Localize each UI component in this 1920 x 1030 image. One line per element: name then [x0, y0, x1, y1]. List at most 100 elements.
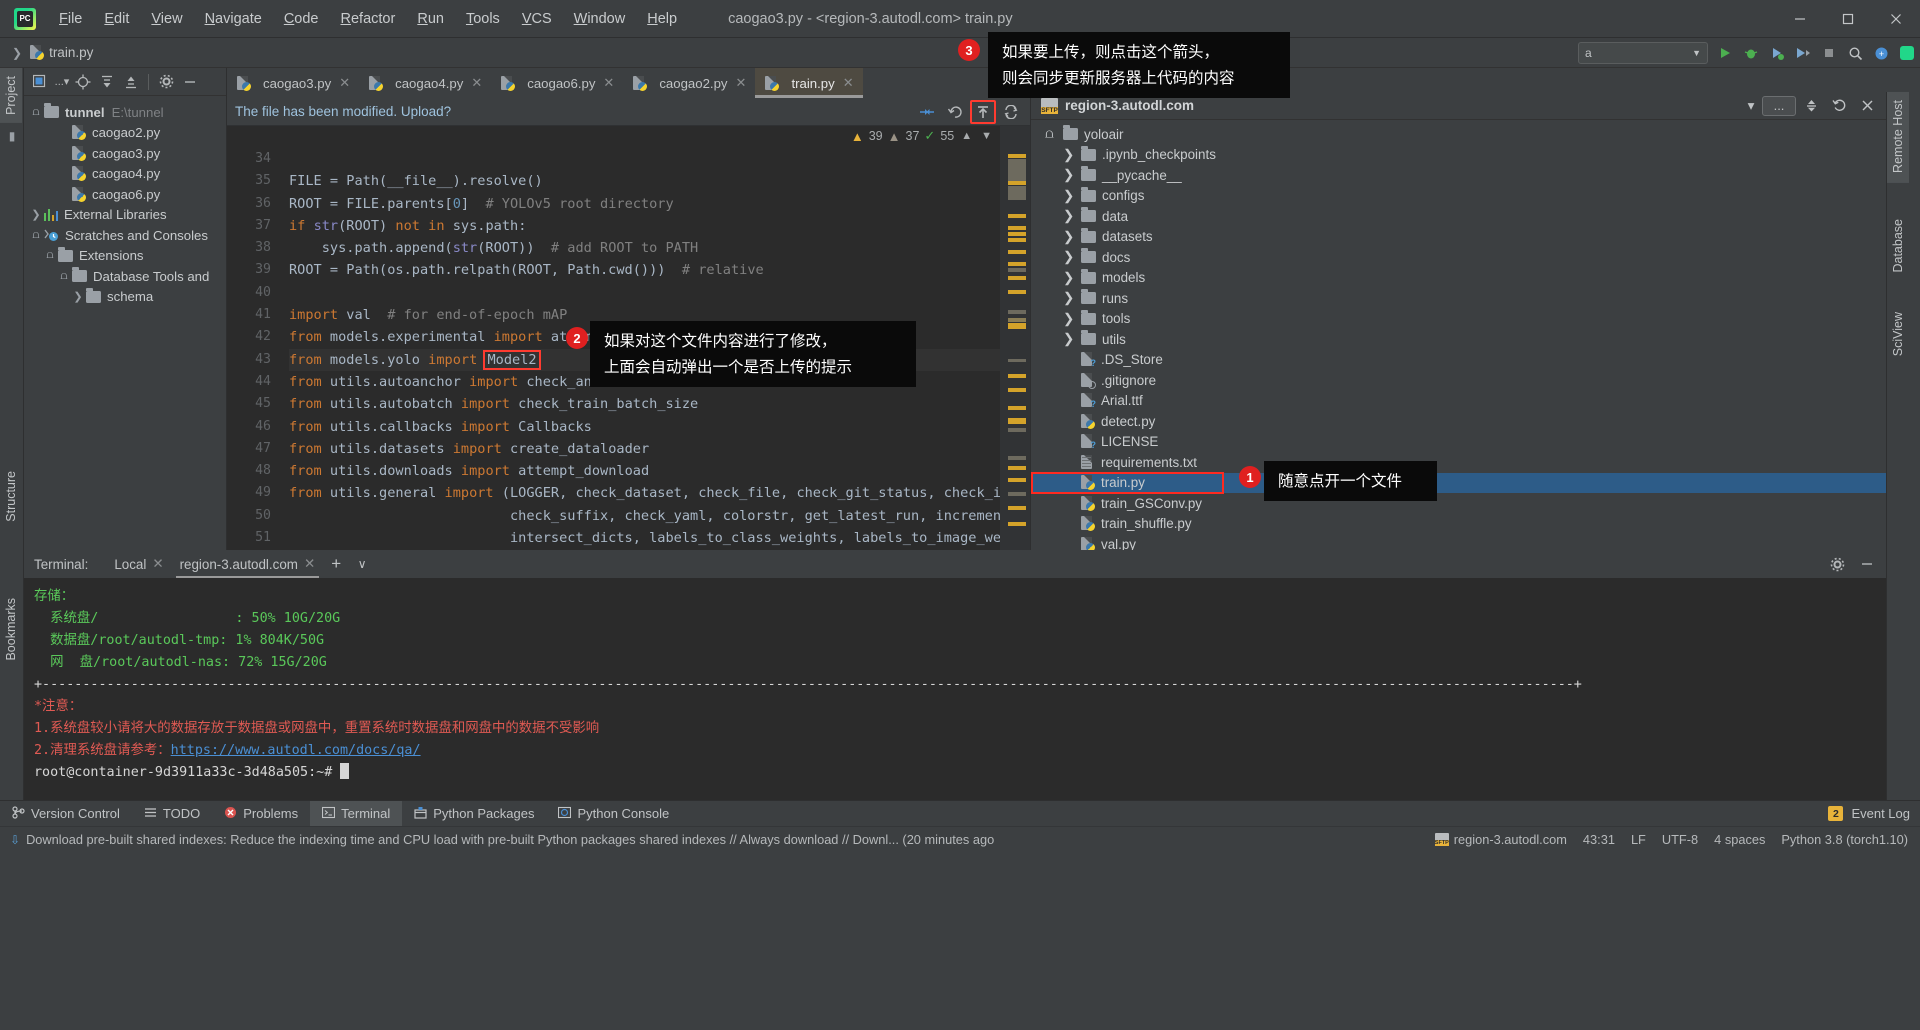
- tool-window-python-console[interactable]: Python Console: [546, 801, 681, 827]
- project-tree[interactable]: ⩍ tunnel E:\tunnel caogao2.py caogao3.py caog…: [24, 96, 226, 307]
- code-line[interactable]: [289, 148, 1000, 170]
- close-icon[interactable]: ✕: [471, 75, 482, 91]
- chevron-right-icon[interactable]: ❯: [1063, 311, 1081, 327]
- chevron-down-icon[interactable]: ▾: [1742, 93, 1760, 119]
- terminal-link[interactable]: https://www.autodl.com/docs/qa/: [171, 743, 421, 758]
- close-icon[interactable]: ✕: [603, 75, 614, 91]
- revert-icon[interactable]: [942, 100, 968, 124]
- settings-gear-icon[interactable]: [155, 71, 177, 93]
- chevron-down-icon[interactable]: ...▾: [54, 71, 70, 93]
- remote-tree-item[interactable]: ❯ .ipynb_checkpoints: [1031, 145, 1886, 166]
- tool-window-terminal[interactable]: Terminal: [310, 800, 403, 827]
- code-line[interactable]: from utils.general import (LOGGER, check…: [289, 482, 1017, 504]
- minimize-button[interactable]: [1776, 0, 1824, 38]
- status-encoding[interactable]: UTF-8: [1662, 832, 1698, 847]
- breadcrumb[interactable]: ❯ train.py: [12, 45, 93, 60]
- sidebar-item-sciview[interactable]: SciView: [1887, 304, 1909, 364]
- chevron-down-icon[interactable]: ⩍: [1045, 126, 1063, 142]
- menu-view[interactable]: View: [140, 7, 193, 31]
- status-indent[interactable]: 4 spaces: [1714, 832, 1765, 847]
- close-icon[interactable]: ✕: [152, 556, 163, 572]
- run-configuration-selector[interactable]: a ▼: [1578, 42, 1708, 64]
- expand-all-icon[interactable]: [96, 71, 118, 93]
- code-line[interactable]: from utils.autobatch import check_train_…: [289, 393, 1000, 415]
- remote-tree-item[interactable]: ? Arial.ttf: [1031, 391, 1886, 412]
- code-line[interactable]: intersect_dicts, labels_to_class_weights…: [289, 527, 1026, 549]
- project-tree-item[interactable]: caogao6.py: [24, 184, 226, 205]
- code-line[interactable]: if str(ROOT) not in sys.path:: [289, 215, 1000, 237]
- remote-tree-item[interactable]: ? LICENSE: [1031, 432, 1886, 453]
- prev-problem-icon[interactable]: ▲: [959, 130, 974, 142]
- status-interpreter[interactable]: Python 3.8 (torch1.10): [1781, 832, 1908, 847]
- stop-icon[interactable]: [1816, 40, 1842, 66]
- menu-edit[interactable]: Edit: [93, 7, 140, 31]
- settings-gear-icon[interactable]: [1824, 551, 1850, 577]
- menu-window[interactable]: Window: [563, 7, 637, 31]
- chevron-right-icon[interactable]: ❯: [1063, 290, 1081, 306]
- hide-panel-icon[interactable]: [1854, 551, 1880, 577]
- chevron-down-icon[interactable]: ⩍: [42, 249, 58, 262]
- idea-icon[interactable]: [1894, 40, 1920, 66]
- chevron-down-icon[interactable]: ⩍: [56, 270, 72, 283]
- tool-window-version-control[interactable]: Version Control: [0, 801, 132, 827]
- remote-tree-item[interactable]: requirements.txt: [1031, 452, 1886, 473]
- sidebar-item-project[interactable]: Project: [0, 68, 22, 123]
- project-tree-item[interactable]: ⩍ Scratches and Consoles: [24, 225, 226, 246]
- status-caret-position[interactable]: 43:31: [1583, 832, 1615, 847]
- sidebar-item-structure[interactable]: Structure: [0, 463, 22, 530]
- inspection-marker-strip[interactable]: [1000, 126, 1030, 550]
- remote-tree-item[interactable]: ❯ tools: [1031, 309, 1886, 330]
- remote-tree-item[interactable]: ❯ __pycache__: [1031, 165, 1886, 186]
- editor-tab[interactable]: caogao4.py ✕: [359, 68, 491, 98]
- close-icon[interactable]: ✕: [339, 75, 350, 91]
- remote-tree-item[interactable]: ❯ data: [1031, 206, 1886, 227]
- chevron-right-icon[interactable]: ❯: [1063, 331, 1081, 347]
- menu-run[interactable]: Run: [406, 7, 455, 31]
- remote-tree-item[interactable]: train_shuffle.py: [1031, 514, 1886, 535]
- project-tree-item[interactable]: caogao4.py: [24, 164, 226, 185]
- close-icon[interactable]: ✕: [304, 556, 315, 572]
- editor-tab-bar[interactable]: caogao3.py ✕ caogao4.py ✕ caogao6.py ✕ caogao2…: [227, 68, 1030, 98]
- tool-window-todo[interactable]: TODO: [132, 801, 212, 827]
- status-remote[interactable]: region-3.autodl.com: [1454, 832, 1567, 847]
- code-line[interactable]: check_suffix, check_yaml, colorstr, get_…: [289, 505, 1026, 527]
- upload-icon[interactable]: [970, 100, 996, 124]
- close-icon[interactable]: ✕: [843, 75, 854, 91]
- search-icon[interactable]: [1842, 40, 1868, 66]
- project-tree-item[interactable]: ❯ External Libraries: [24, 205, 226, 226]
- code-line[interactable]: from utils.datasets import create_datalo…: [289, 438, 1000, 460]
- remote-tree-item[interactable]: ❯ configs: [1031, 186, 1886, 207]
- run-icon[interactable]: [1712, 40, 1738, 66]
- project-tree-item[interactable]: ❯ schema: [24, 287, 226, 308]
- chevron-right-icon[interactable]: ❯: [1063, 229, 1081, 245]
- more-options-button[interactable]: ...: [1762, 95, 1796, 116]
- sync-icon[interactable]: [998, 100, 1024, 124]
- status-line-separator[interactable]: LF: [1631, 832, 1646, 847]
- remote-tree-item[interactable]: train_GSConv.py: [1031, 493, 1886, 514]
- chevron-right-icon[interactable]: ❯: [1063, 167, 1081, 183]
- project-tree-item[interactable]: ⩍ Extensions: [24, 246, 226, 267]
- close-icon[interactable]: [1854, 93, 1880, 119]
- chevron-down-icon[interactable]: ⩍: [28, 229, 44, 242]
- menu-code[interactable]: Code: [273, 7, 330, 31]
- remote-tree-item[interactable]: detect.py: [1031, 411, 1886, 432]
- project-tree-item[interactable]: caogao2.py: [24, 123, 226, 144]
- collapse-icon[interactable]: [1798, 93, 1824, 119]
- hide-panel-icon[interactable]: [179, 71, 201, 93]
- terminal-tab[interactable]: region-3.autodl.com ✕: [172, 550, 324, 578]
- editor-tab[interactable]: caogao2.py ✕: [623, 68, 755, 98]
- editor-tab[interactable]: caogao6.py ✕: [491, 68, 623, 98]
- chevron-right-icon[interactable]: ❯: [28, 208, 44, 221]
- sidebar-item-bookmarks[interactable]: Bookmarks: [0, 590, 22, 669]
- code-line[interactable]: from utils.downloads import attempt_down…: [289, 460, 1000, 482]
- sidebar-item-remote-host[interactable]: Remote Host: [1887, 92, 1909, 183]
- profile-icon[interactable]: [1790, 40, 1816, 66]
- code-line[interactable]: sys.path.append(str(ROOT)) # add ROOT to…: [289, 237, 1000, 259]
- terminal-tab[interactable]: Local ✕: [106, 550, 171, 578]
- menu-help[interactable]: Help: [636, 7, 688, 31]
- add-terminal-button[interactable]: +: [323, 551, 349, 577]
- folder-icon[interactable]: ▮: [0, 129, 24, 143]
- remote-tree-item[interactable]: ? .DS_Store: [1031, 350, 1886, 371]
- remote-tree-item[interactable]: ❯ datasets: [1031, 227, 1886, 248]
- code-line[interactable]: ROOT = FILE.parents[0] # YOLOv5 root dir…: [289, 193, 1000, 215]
